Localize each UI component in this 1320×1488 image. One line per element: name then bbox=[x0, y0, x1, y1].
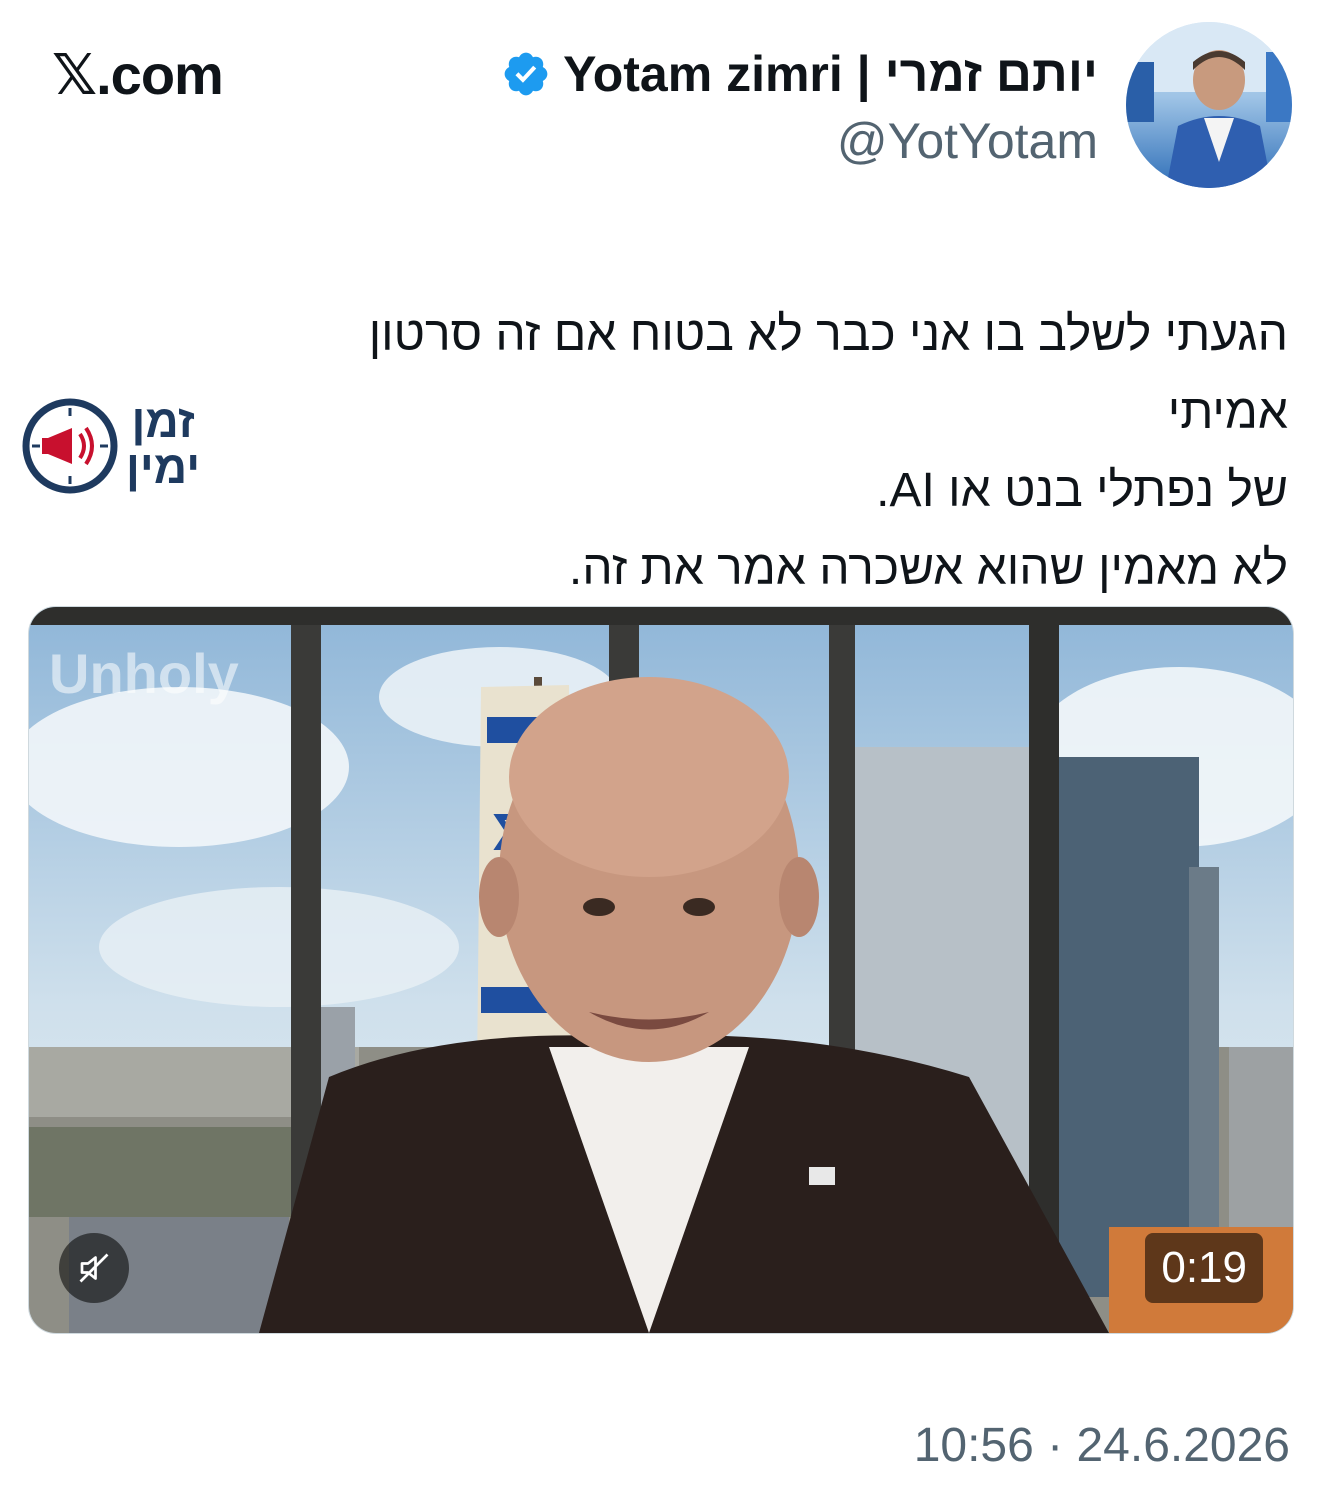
watermark-logo: זמן ימין bbox=[22, 398, 222, 502]
video-frame bbox=[29, 607, 1293, 1333]
verified-badge-icon bbox=[504, 52, 548, 96]
avatar[interactable] bbox=[1126, 22, 1292, 188]
video-duration: 0:19 bbox=[1145, 1233, 1263, 1303]
mute-button[interactable] bbox=[59, 1233, 129, 1303]
tweet-line: של נפתלי בנט או AI. bbox=[876, 464, 1288, 517]
watermark-text: זמן ימין bbox=[126, 398, 200, 490]
tweet-text: הגעתי לשלב בו אני כבר לא בטוח אם זה סרטו… bbox=[288, 296, 1288, 608]
tweet-line: לא מאמין שהוא אשכרה אמר את זה. bbox=[568, 542, 1288, 595]
megaphone-clock-icon bbox=[22, 398, 118, 494]
watermark-line: זמן bbox=[131, 395, 195, 447]
author-handle[interactable]: @YotYotam bbox=[837, 112, 1098, 170]
watermark-line: ימין bbox=[126, 441, 201, 493]
site-brand[interactable]: 𝕏.com bbox=[52, 42, 224, 108]
background-sign: Unholy bbox=[49, 642, 239, 705]
author-name[interactable]: Yotam zimri | יותם זמרי bbox=[563, 45, 1098, 103]
video-player[interactable]: Unholy 0:19 bbox=[28, 606, 1294, 1334]
tweet-timestamp[interactable]: 10:56 · 24.6.2026 bbox=[914, 1418, 1290, 1473]
tweet-line: הגעתי לשלב בו אני כבר לא בטוח אם זה סרטו… bbox=[368, 308, 1288, 439]
author-line[interactable]: Yotam zimri | יותם זמרי bbox=[501, 42, 1098, 106]
speaker-muted-icon bbox=[79, 1253, 109, 1283]
